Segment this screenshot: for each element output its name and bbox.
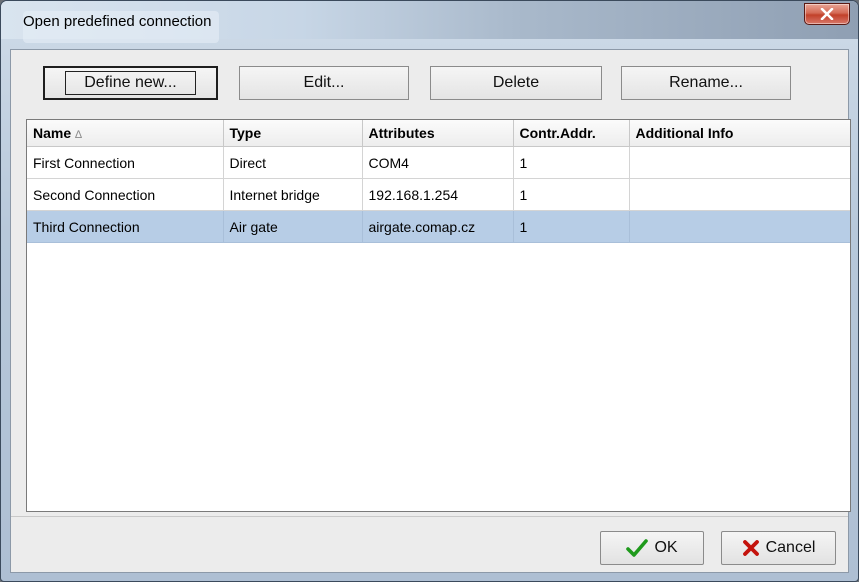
ok-button[interactable]: OK xyxy=(600,531,704,565)
cell-contr-addr: 1 xyxy=(513,146,630,179)
close-icon xyxy=(820,8,834,20)
close-button[interactable] xyxy=(804,3,850,25)
cell-attributes: 192.168.1.254 xyxy=(362,178,514,211)
delete-button[interactable]: Delete xyxy=(430,66,602,100)
column-header-contr-addr[interactable]: Contr.Addr. xyxy=(513,120,630,147)
cell-additional-info xyxy=(629,178,850,211)
connections-list[interactable]: Name ∆ Type Attributes Contr.Addr. Additi… xyxy=(26,119,851,512)
toolbar: Define new... Edit... Delete Rename... xyxy=(11,50,848,120)
cell-name: Second Connection xyxy=(27,178,224,211)
column-header-additional-info[interactable]: Additional Info xyxy=(629,120,850,147)
cell-additional-info xyxy=(629,210,850,243)
x-icon xyxy=(742,540,759,556)
cell-name: Third Connection xyxy=(27,210,224,243)
column-header-name[interactable]: Name ∆ xyxy=(27,120,224,147)
cell-additional-info xyxy=(629,146,850,179)
cell-name: First Connection xyxy=(27,146,224,179)
rename-button[interactable]: Rename... xyxy=(621,66,791,100)
define-new-label: Define new... xyxy=(65,71,196,95)
table-row[interactable]: Second Connection Internet bridge 192.16… xyxy=(27,178,850,211)
column-header-attributes[interactable]: Attributes xyxy=(362,120,514,147)
column-header-label: Name xyxy=(33,125,72,141)
table-row-selected[interactable]: Third Connection Air gate airgate.comap.… xyxy=(27,210,850,243)
dialog-client-area: Define new... Edit... Delete Rename... N… xyxy=(10,49,851,575)
window-title: Open predefined connection xyxy=(23,11,220,43)
column-header-type[interactable]: Type xyxy=(223,120,363,147)
table-row[interactable]: First Connection Direct COM4 1 xyxy=(27,146,850,179)
cell-attributes: airgate.comap.cz xyxy=(362,210,514,243)
dialog-footer: OK Cancel xyxy=(11,516,848,575)
cancel-label: Cancel xyxy=(765,539,816,556)
sort-ascending-icon: ∆ xyxy=(75,129,82,141)
cell-type: Air gate xyxy=(223,210,363,243)
define-new-button[interactable]: Define new... xyxy=(43,66,218,100)
title-bar[interactable]: Open predefined connection xyxy=(1,1,858,43)
dialog-window: Open predefined connection Define new...… xyxy=(0,0,859,582)
cell-type: Direct xyxy=(223,146,363,179)
ok-label: OK xyxy=(654,539,678,556)
cell-type: Internet bridge xyxy=(223,178,363,211)
edit-button[interactable]: Edit... xyxy=(239,66,409,100)
cell-contr-addr: 1 xyxy=(513,210,630,243)
cell-contr-addr: 1 xyxy=(513,178,630,211)
table-header-row: Name ∆ Type Attributes Contr.Addr. Additi… xyxy=(27,120,850,147)
cell-attributes: COM4 xyxy=(362,146,514,179)
connections-table: Name ∆ Type Attributes Contr.Addr. Additi… xyxy=(27,120,850,243)
checkmark-icon xyxy=(626,539,649,557)
cancel-button[interactable]: Cancel xyxy=(721,531,836,565)
